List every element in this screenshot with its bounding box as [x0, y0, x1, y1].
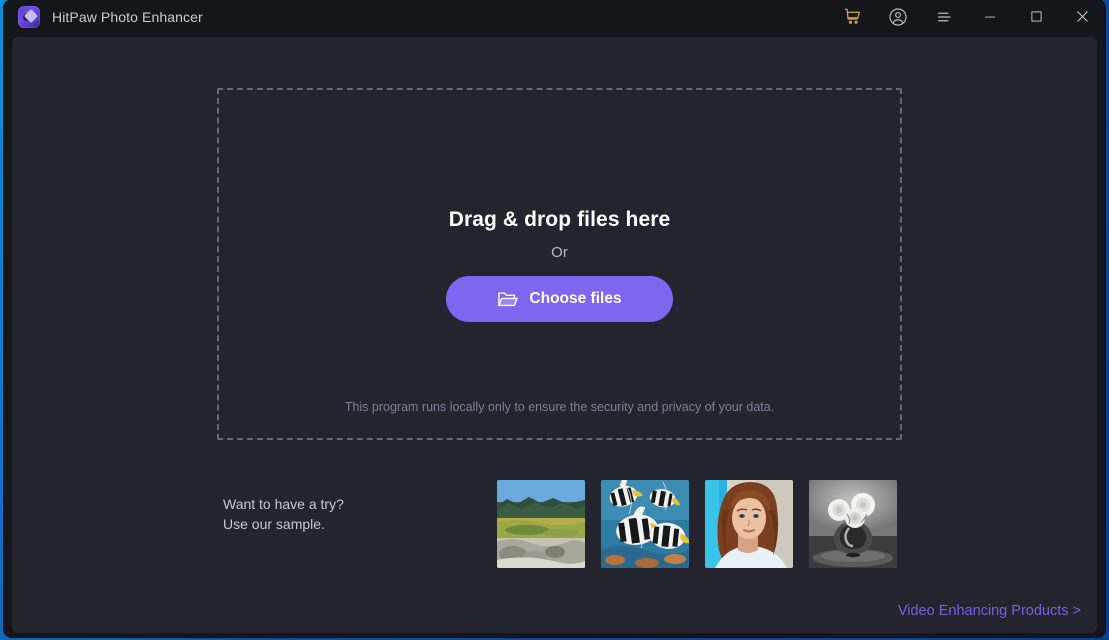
landscape-thumbnail-image — [497, 480, 585, 568]
choose-files-label: Choose files — [529, 290, 622, 307]
close-icon — [1076, 11, 1088, 22]
hitpaw-logo-icon — [18, 5, 40, 28]
sample-thumb-roses[interactable] — [809, 480, 897, 568]
sample-prompt: Want to have a try? Use our sample. — [223, 496, 344, 532]
folder-open-icon — [498, 292, 519, 307]
app-title: HitPaw Photo Enhancer — [52, 8, 203, 25]
dropzone-or-label: Or — [551, 244, 568, 261]
account-button[interactable] — [875, 0, 921, 33]
cart-button[interactable] — [829, 0, 875, 33]
user-circle-icon — [889, 7, 907, 26]
maximize-button[interactable] — [1013, 0, 1059, 33]
shopping-cart-icon — [844, 8, 860, 24]
sample-section: Want to have a try? Use our sample. — [12, 455, 1097, 568]
choose-files-button[interactable]: Choose files — [446, 276, 673, 322]
title-bar-actions — [829, 0, 1105, 33]
sample-thumb-landscape[interactable] — [497, 480, 585, 568]
privacy-note: This program runs locally only to ensure… — [344, 400, 775, 414]
sample-thumb-portrait[interactable] — [705, 480, 793, 568]
sample-thumbnails — [497, 480, 897, 568]
fish-thumbnail-image — [601, 480, 689, 568]
minimize-button[interactable] — [967, 0, 1013, 33]
video-enhancing-products-link[interactable]: Video Enhancing Products > — [898, 603, 1081, 619]
main-content-panel: Drag & drop files here Or Choose files T… — [12, 37, 1097, 633]
file-dropzone[interactable]: Drag & drop files here Or Choose files T… — [217, 88, 902, 440]
hamburger-menu-icon — [938, 12, 951, 21]
menu-button[interactable] — [921, 0, 967, 33]
maximize-icon — [1030, 11, 1042, 22]
minimize-icon — [984, 16, 996, 17]
dropzone-content: Drag & drop files here Or Choose files — [219, 208, 900, 322]
dropzone-title: Drag & drop files here — [448, 208, 671, 231]
sample-thumb-fish[interactable] — [601, 480, 689, 568]
title-bar: HitPaw Photo Enhancer — [4, 0, 1105, 33]
app-window: HitPaw Photo Enhancer Drag & drop files … — [4, 0, 1105, 637]
portrait-thumbnail-image — [705, 480, 793, 568]
close-button[interactable] — [1059, 0, 1105, 33]
roses-thumbnail-image — [809, 480, 897, 568]
